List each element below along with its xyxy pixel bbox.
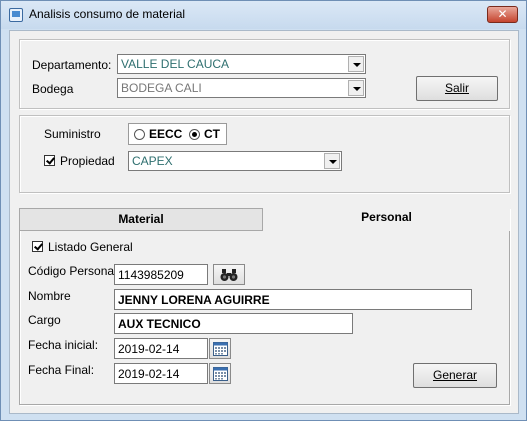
generar-label: Generar [432, 368, 478, 382]
salir-button[interactable]: Salir [416, 76, 498, 101]
chevron-down-icon[interactable] [324, 153, 340, 169]
fecha-final-label: Fecha Final: [28, 363, 95, 377]
propiedad-label: Propiedad [60, 154, 115, 168]
supply-group: Suministro EECC CT Propiedad CAPEX [19, 115, 510, 193]
radio-ct-label: CT [204, 127, 220, 141]
app-icon [9, 8, 23, 22]
nombre-field[interactable]: JENNY LORENA AGUIRRE [114, 289, 472, 310]
propiedad-select[interactable]: CAPEX [128, 151, 342, 171]
fecha-inicial-label: Fecha inicial: [28, 338, 99, 352]
window-title: Analisis consumo de material [29, 7, 186, 21]
cargo-label: Cargo [28, 313, 61, 327]
search-personal-button[interactable] [213, 264, 245, 285]
propiedad-value: CAPEX [132, 154, 173, 168]
codigo-personal-field[interactable]: 1143985209 [114, 264, 208, 285]
location-group: Departamento: VALLE DEL CAUCA Bodega BOD… [19, 39, 510, 109]
listado-general-label: Listado General [48, 240, 133, 254]
departamento-label: Departamento: [32, 58, 112, 72]
fecha-final-field[interactable]: 2019-02-14 [114, 363, 208, 384]
nombre-label: Nombre [28, 289, 71, 303]
title-bar[interactable]: Analisis consumo de material ✕ [1, 1, 526, 29]
chevron-down-icon[interactable] [348, 80, 364, 96]
calendar-icon [213, 367, 228, 381]
fecha-final-value: 2019-02-14 [118, 367, 180, 381]
fecha-inicial-value: 2019-02-14 [118, 342, 180, 356]
calendar-icon [213, 342, 228, 356]
codigo-personal-label: Código Personal [28, 264, 117, 278]
suministro-label: Suministro [44, 127, 101, 141]
bodega-value: BODEGA CALI [121, 81, 202, 95]
fecha-inicial-field[interactable]: 2019-02-14 [114, 338, 208, 359]
departamento-select[interactable]: VALLE DEL CAUCA [117, 54, 366, 74]
salir-label: Salir [444, 81, 469, 95]
codigo-personal-value: 1143985209 [118, 268, 184, 282]
chevron-down-icon[interactable] [348, 56, 364, 72]
radio-ct[interactable] [189, 129, 200, 140]
listado-general-checkbox[interactable] [32, 241, 43, 252]
fecha-final-calendar-button[interactable] [209, 363, 231, 384]
radio-eecc-label: EECC [149, 127, 183, 141]
suministro-radio-group: EECC CT [128, 123, 227, 145]
fecha-inicial-calendar-button[interactable] [209, 338, 231, 359]
tab-personal[interactable]: Personal [263, 206, 510, 231]
main-window: Analisis consumo de material ✕ Departame… [0, 0, 527, 421]
cargo-value: AUX TECNICO [118, 317, 201, 331]
binoculars-icon [220, 269, 238, 281]
tab-panel: Material Personal Listado General Código… [19, 206, 510, 405]
nombre-value: JENNY LORENA AGUIRRE [118, 293, 270, 307]
tab-material[interactable]: Material [20, 209, 263, 231]
cargo-field[interactable]: AUX TECNICO [114, 313, 353, 334]
client-area: Departamento: VALLE DEL CAUCA Bodega BOD… [9, 30, 519, 414]
radio-eecc[interactable] [134, 129, 145, 140]
propiedad-checkbox[interactable] [44, 155, 55, 166]
close-button[interactable]: ✕ [487, 6, 518, 23]
bodega-label: Bodega [32, 82, 74, 96]
bodega-select[interactable]: BODEGA CALI [117, 78, 366, 98]
generar-button[interactable]: Generar [413, 363, 497, 388]
departamento-value: VALLE DEL CAUCA [121, 57, 230, 71]
